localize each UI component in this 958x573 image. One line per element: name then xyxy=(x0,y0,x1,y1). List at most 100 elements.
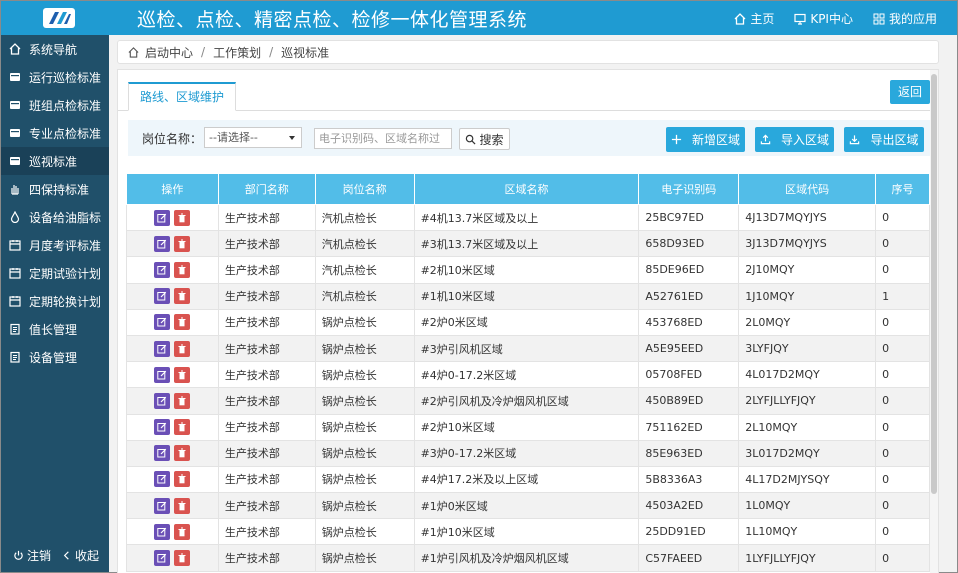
table-row[interactable]: 生产技术部 锅炉点检长 #3炉0-17.2米区域 85E963ED 3L017D2MQY… xyxy=(126,439,930,467)
delete-button[interactable] xyxy=(174,497,191,514)
export-area-button[interactable]: 导出区域 xyxy=(844,127,924,152)
breadcrumb-item-start[interactable]: 启动中心 xyxy=(145,44,193,61)
col-header-area[interactable]: 区域名称 xyxy=(413,173,640,205)
upload-icon xyxy=(760,134,771,145)
edit-icon xyxy=(157,344,167,354)
sidebar-item-run-inspection[interactable]: 运行巡检标准 xyxy=(1,63,109,91)
table-row[interactable]: 生产技术部 锅炉点检长 #2炉引风机及冷炉烟风机区域 450B89ED 2LYFJLLY… xyxy=(126,387,930,415)
edit-button[interactable] xyxy=(154,497,171,514)
delete-button[interactable] xyxy=(174,366,191,383)
post-select[interactable]: --请选择-- xyxy=(204,127,302,148)
edit-icon xyxy=(157,370,167,380)
delete-button[interactable] xyxy=(174,445,191,462)
col-header-rfid[interactable]: 电子识别码 xyxy=(638,173,740,205)
cell-dept: 生产技术部 xyxy=(217,439,316,467)
cell-order: 0 xyxy=(875,387,930,415)
table-row[interactable]: 生产技术部 锅炉点检长 #1炉10米区域 25DD91ED 1L10MQY 0 xyxy=(126,518,930,546)
import-area-button[interactable]: 导入区域 xyxy=(755,127,834,152)
cell-dept: 生产技术部 xyxy=(217,492,316,520)
delete-button[interactable] xyxy=(174,471,191,488)
edit-button[interactable] xyxy=(154,523,171,540)
card-icon xyxy=(10,73,20,81)
table-row[interactable]: 生产技术部 锅炉点检长 #4炉0-17.2米区域 05708FED 4L017D2MQY… xyxy=(126,361,930,389)
col-header-code[interactable]: 区域代码 xyxy=(738,173,877,205)
delete-button[interactable] xyxy=(174,550,191,567)
edit-button[interactable] xyxy=(154,261,171,278)
vertical-scrollbar[interactable] xyxy=(930,70,938,573)
sidebar-item-four-keep[interactable]: 四保持标准 xyxy=(1,175,109,203)
sidebar-item-label: 班组点检标准 xyxy=(29,98,102,113)
delete-button[interactable] xyxy=(174,209,191,226)
tab-route-area[interactable]: 路线、区域维护 xyxy=(128,82,237,111)
table-row[interactable]: 生产技术部 汽机点检长 #2机10米区域 85DE96ED 2J10MQY 0 xyxy=(126,256,930,284)
row-actions xyxy=(126,203,219,232)
search-input[interactable]: 电子识别码、区域名称过 xyxy=(314,128,452,149)
delete-button[interactable] xyxy=(174,392,191,409)
chevron-down-icon xyxy=(289,136,295,140)
sidebar-item-lubrication[interactable]: 设备给油脂标 xyxy=(1,203,109,231)
sidebar-item-periodic-test[interactable]: 定期试验计划 xyxy=(1,259,109,287)
delete-button[interactable] xyxy=(174,340,191,357)
add-area-button[interactable]: 新增区域 xyxy=(666,127,745,152)
table-row[interactable]: 生产技术部 锅炉点检长 #2炉0米区域 453768ED 2L0MQY 0 xyxy=(126,308,930,336)
breadcrumb-item-planning[interactable]: 工作策划 xyxy=(213,44,261,61)
cell-order: 0 xyxy=(875,518,930,546)
table-row[interactable]: 生产技术部 汽机点检长 #4机13.7米区域及以上 25BC97ED 4J13D7MQY… xyxy=(126,203,930,232)
delete-button[interactable] xyxy=(174,523,191,540)
edit-button[interactable] xyxy=(154,209,171,226)
cell-rfid: 4503A2ED xyxy=(638,492,740,520)
logout-button[interactable]: 注销 xyxy=(13,547,51,564)
edit-button[interactable] xyxy=(154,392,171,409)
sidebar-item-monthly-eval[interactable]: 月度考评标准 xyxy=(1,231,109,259)
cell-code: 2L0MQY xyxy=(738,308,877,336)
edit-button[interactable] xyxy=(154,550,171,567)
search-button[interactable]: 搜索 xyxy=(459,128,510,150)
edit-button[interactable] xyxy=(154,235,171,252)
edit-button[interactable] xyxy=(154,366,171,383)
col-header-dept[interactable]: 部门名称 xyxy=(217,173,316,205)
delete-button[interactable] xyxy=(174,235,191,252)
edit-button[interactable] xyxy=(154,288,171,305)
sidebar-item-shift-manage[interactable]: 值长管理 xyxy=(1,315,109,343)
col-header-order[interactable]: 序号 xyxy=(875,173,930,205)
table-row[interactable]: 生产技术部 汽机点检长 #3机13.7米区域及以上 658D93ED 3J13D7MQY… xyxy=(126,230,930,258)
sidebar-item-equipment[interactable]: 设备管理 xyxy=(1,343,109,371)
download-icon xyxy=(850,135,860,145)
edit-button[interactable] xyxy=(154,471,171,488)
edit-button[interactable] xyxy=(154,340,171,357)
top-nav-apps[interactable]: 我的应用 xyxy=(873,10,937,27)
cell-area: #2炉引风机及冷炉烟风机区域 xyxy=(413,387,640,415)
table-row[interactable]: 生产技术部 锅炉点检长 #1炉0米区域 4503A2ED 1L0MQY 0 xyxy=(126,492,930,520)
edit-button[interactable] xyxy=(154,445,171,462)
cell-code: 2J10MQY xyxy=(738,256,877,284)
edit-button[interactable] xyxy=(154,419,171,436)
sidebar-item-nav[interactable]: 系统导航 xyxy=(1,35,109,63)
sidebar-item-team-check[interactable]: 班组点检标准 xyxy=(1,91,109,119)
table-row[interactable]: 生产技术部 锅炉点检长 #1炉引风机及冷炉烟风机区域 C57FAEED 1LYFJLLY… xyxy=(126,544,930,572)
sidebar-item-patrol[interactable]: 巡视标准 xyxy=(1,147,109,175)
edit-button[interactable] xyxy=(154,314,171,331)
table-row[interactable]: 生产技术部 锅炉点检长 #2炉10米区域 751162ED 2L10MQY 0 xyxy=(126,413,930,441)
sidebar-item-pro-check[interactable]: 专业点检标准 xyxy=(1,119,109,147)
delete-button[interactable] xyxy=(174,288,191,305)
table-row[interactable]: 生产技术部 汽机点检长 #1机10米区域 A52761ED 1J10MQY 1 xyxy=(126,282,930,310)
delete-button[interactable] xyxy=(174,419,191,436)
cell-rfid: 5B8336A3 xyxy=(638,465,740,494)
sidebar-item-periodic-rotate[interactable]: 定期轮换计划 xyxy=(1,287,109,315)
top-nav-home[interactable]: 主页 xyxy=(734,10,774,27)
back-button[interactable]: 返回 xyxy=(890,80,930,104)
delete-button[interactable] xyxy=(174,314,191,331)
top-nav-kpi[interactable]: KPI中心 xyxy=(794,10,853,27)
row-actions xyxy=(126,256,219,284)
delete-button[interactable] xyxy=(174,261,191,278)
col-header-post[interactable]: 岗位名称 xyxy=(314,173,415,205)
sidebar-footer: 注销 收起 xyxy=(1,542,109,568)
cell-order: 0 xyxy=(875,544,930,572)
cell-dept: 生产技术部 xyxy=(217,544,316,572)
table-row[interactable]: 生产技术部 锅炉点检长 #3炉引风机区域 A5E95EED 3LYFJQY 0 xyxy=(126,334,930,363)
row-actions xyxy=(126,518,219,546)
collapse-button[interactable]: 收起 xyxy=(61,547,99,564)
table-row[interactable]: 生产技术部 锅炉点检长 #4炉17.2米及以上区域 5B8336A3 4L17D2MJY… xyxy=(126,465,930,494)
scrollbar-thumb[interactable] xyxy=(931,74,937,494)
cell-dept: 生产技术部 xyxy=(217,308,316,336)
